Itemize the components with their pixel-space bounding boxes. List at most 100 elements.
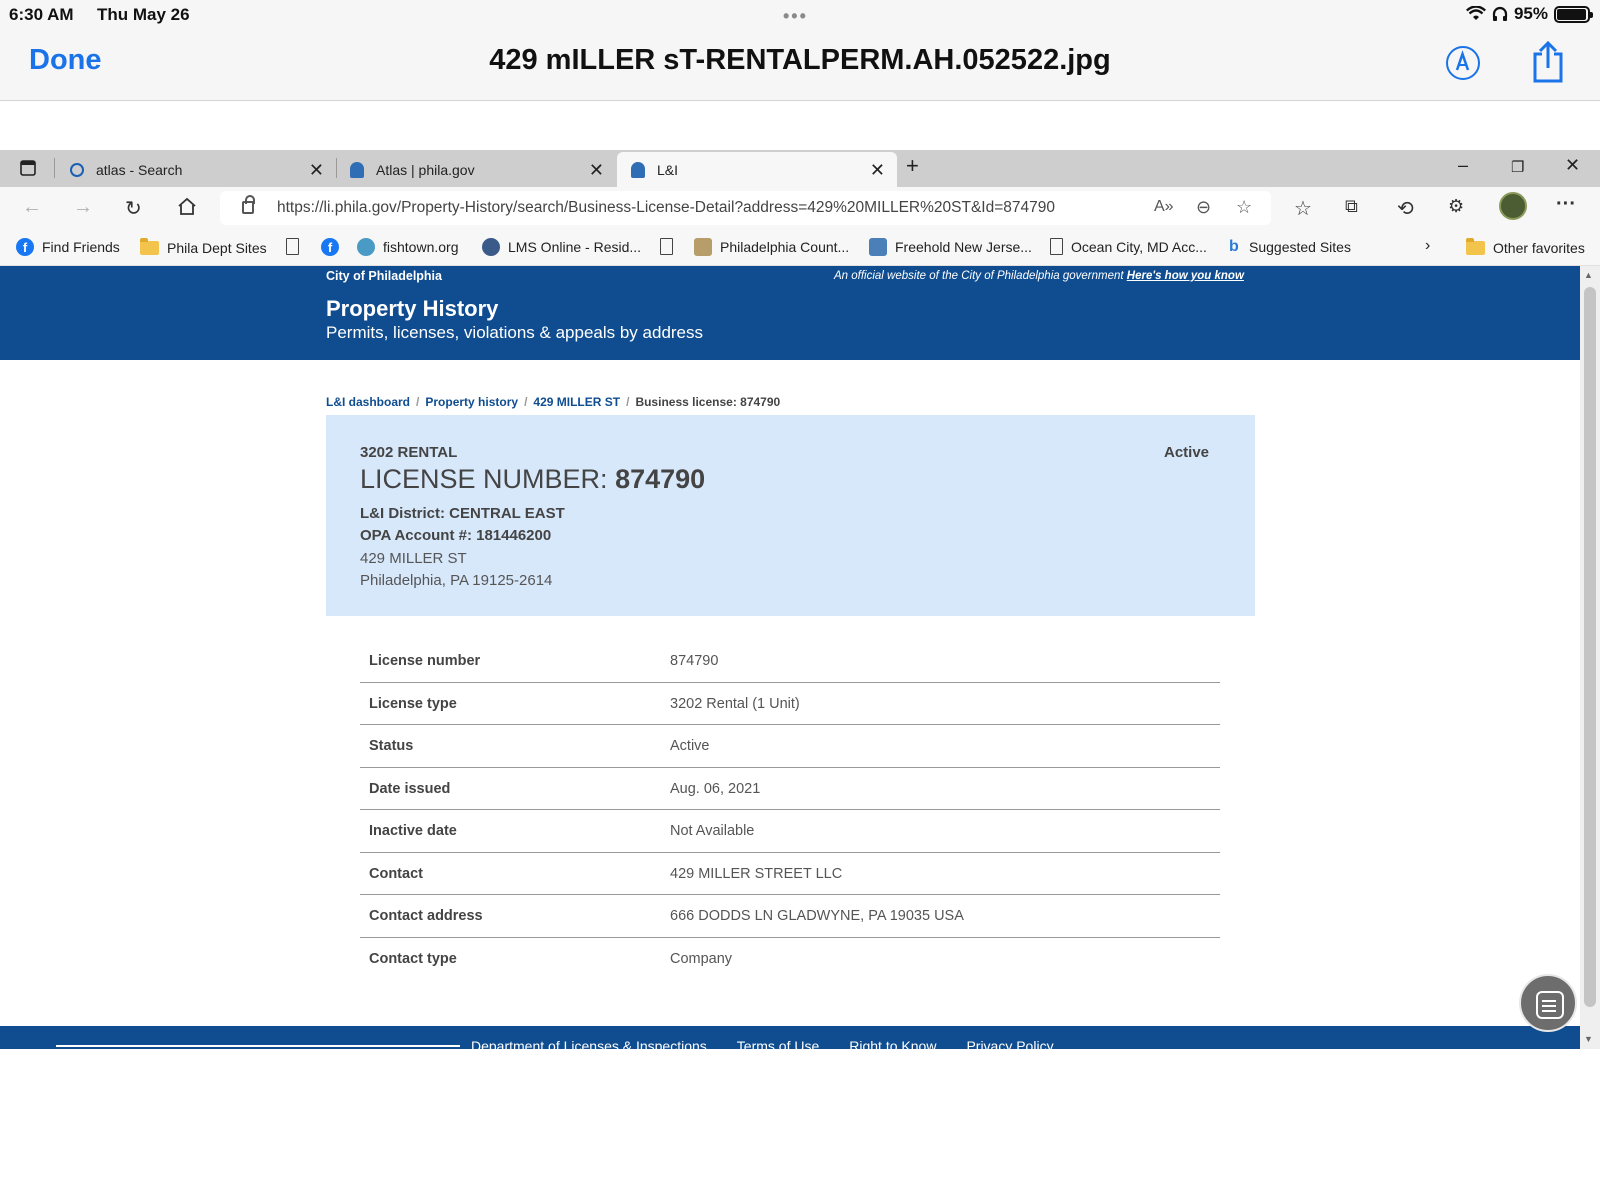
address-street: 429 MILLER ST (360, 550, 467, 567)
scroll-down-icon[interactable]: ▼ (1584, 1034, 1593, 1044)
tab-atlas-search[interactable]: atlas - Search ✕ (56, 152, 336, 187)
globe-icon (482, 238, 500, 256)
city-label: City of Philadelphia (326, 269, 442, 283)
battery-icon (1554, 5, 1593, 23)
favorite-lms-online[interactable]: LMS Online - Resid... (482, 238, 641, 256)
url-text[interactable]: https://li.phila.gov/Property-History/se… (277, 199, 1055, 217)
page-scrollbar[interactable]: ▲ ▼ (1580, 266, 1600, 1049)
history-icon[interactable]: ⟲ (1397, 196, 1414, 221)
table-row: Date issued Aug. 06, 2021 (360, 768, 1220, 810)
minimize-icon[interactable]: – (1458, 155, 1468, 176)
license-status: Active (1164, 444, 1210, 461)
live-text-icon[interactable] (1519, 974, 1577, 1032)
favorite-label: fishtown.org (383, 239, 459, 255)
footer-link-right-to-know[interactable]: Right to Know (849, 1038, 936, 1049)
favorite-label: Freehold New Jerse... (895, 239, 1032, 255)
footer-link-department[interactable]: Department of Licenses & Inspections (471, 1038, 707, 1049)
favorite-ocean-city[interactable]: Ocean City, MD Acc... (1050, 238, 1207, 255)
new-tab-icon[interactable]: + (906, 153, 919, 179)
forward-icon[interactable]: → (73, 196, 93, 219)
favorite-label: Find Friends (42, 239, 120, 255)
favorite-label: LMS Online - Resid... (508, 239, 642, 255)
breadcrumb-address[interactable]: 429 MILLER ST (533, 395, 620, 409)
favorite-freehold[interactable]: Freehold New Jerse... (869, 238, 1032, 256)
license-number-label: LICENSE NUMBER: (360, 464, 608, 494)
chevron-right-icon[interactable]: › (1425, 237, 1430, 255)
close-icon[interactable]: ✕ (309, 160, 324, 181)
other-favorites[interactable]: Other favorites (1466, 238, 1585, 256)
row-label: License number (369, 653, 481, 669)
page-icon (660, 238, 673, 255)
facebook-icon: f (16, 238, 34, 256)
footer-link-terms[interactable]: Terms of Use (737, 1038, 819, 1049)
favorite-find-friends[interactable]: f Find Friends (16, 238, 120, 256)
row-label: Inactive date (369, 823, 457, 839)
home-icon[interactable] (177, 197, 197, 216)
folder-icon (140, 238, 159, 255)
tab-separator (54, 158, 55, 178)
tab-atlas-phila[interactable]: Atlas | phila.gov ✕ (336, 152, 616, 187)
license-number-value: 874790 (615, 464, 706, 494)
favorite-page[interactable] (286, 238, 299, 255)
folder-icon (1466, 238, 1485, 255)
official-site-banner: City of Philadelphia An official website… (0, 266, 1580, 288)
scroll-thumb[interactable] (1584, 287, 1596, 1007)
license-details-table: License number 874790 License type 3202 … (360, 640, 1220, 980)
close-icon[interactable]: ✕ (870, 160, 885, 181)
row-label: Contact address (369, 908, 483, 924)
footer-divider (56, 1045, 460, 1047)
row-value: Aug. 06, 2021 (670, 780, 761, 797)
tab-actions-icon[interactable] (20, 160, 36, 176)
row-label: Date issued (369, 780, 451, 797)
tab-li[interactable]: L&I ✕ (617, 152, 897, 187)
extensions-icon[interactable]: ⚙ (1448, 196, 1464, 217)
profile-avatar[interactable] (1499, 192, 1527, 220)
breadcrumb-property-history[interactable]: Property history (425, 395, 518, 409)
page-icon (286, 238, 299, 255)
wifi-icon (1465, 6, 1486, 20)
back-icon[interactable]: ← (22, 196, 42, 219)
viewer-nav-bar: Done 429 mILLER sT-RENTALPERM.AH.052522.… (0, 30, 1600, 101)
refresh-icon[interactable]: ↻ (125, 196, 142, 221)
screenshot-image: atlas - Search ✕ Atlas | phila.gov ✕ L&I… (0, 150, 1600, 1049)
favorites-icon[interactable]: ☆ (1294, 196, 1312, 221)
favorite-page[interactable] (660, 238, 673, 255)
lock-icon[interactable] (242, 195, 255, 214)
status-time: 6:30 AM (9, 5, 74, 24)
favorite-facebook[interactable]: f (321, 238, 339, 256)
restore-icon[interactable]: ❐ (1511, 158, 1524, 176)
read-aloud-icon[interactable]: A» (1154, 198, 1174, 216)
official-text: An official website of the City of Phila… (834, 270, 1124, 282)
tab-title: L&I (657, 161, 679, 178)
multitasking-dots-icon[interactable]: ••• (783, 6, 808, 27)
favorite-phila-dept-sites[interactable]: Phila Dept Sites (140, 238, 267, 256)
search-icon (70, 162, 84, 177)
breadcrumb-separator: / (626, 395, 630, 409)
liberty-bell-icon (350, 161, 364, 178)
share-icon[interactable] (1530, 40, 1566, 84)
favorite-philadelphia-county[interactable]: Philadelphia Count... (694, 238, 849, 256)
close-icon[interactable]: ✕ (589, 160, 604, 181)
map-icon (869, 238, 887, 256)
collections-icon[interactable]: ⧉ (1345, 196, 1358, 217)
map-icon (694, 238, 712, 256)
footer-links: Department of Licenses & Inspections Ter… (471, 1038, 1054, 1049)
breadcrumb-li-dashboard[interactable]: L&I dashboard (326, 395, 410, 409)
footer-link-privacy[interactable]: Privacy Policy (966, 1038, 1053, 1049)
heres-how-you-know-link[interactable]: Here's how you know (1127, 270, 1244, 282)
address-bar[interactable]: https://li.phila.gov/Property-History/se… (220, 191, 1271, 225)
add-favorite-icon[interactable]: ☆ (1236, 197, 1252, 218)
status-date: Thu May 26 (97, 5, 190, 24)
window-close-icon[interactable]: ✕ (1565, 155, 1580, 176)
favorite-suggested-sites[interactable]: b Suggested Sites (1229, 238, 1351, 256)
breadcrumb-current: Business license: 874790 (635, 395, 781, 409)
scroll-up-icon[interactable]: ▲ (1584, 270, 1593, 280)
zoom-out-icon[interactable]: ⊖ (1196, 197, 1211, 218)
row-value: Active (670, 738, 710, 754)
more-icon[interactable]: ··· (1556, 193, 1576, 216)
favorite-fishtown[interactable]: fishtown.org (357, 238, 458, 256)
markup-icon[interactable] (1446, 46, 1480, 80)
page-title[interactable]: Property History (326, 296, 498, 322)
breadcrumb-separator: / (416, 395, 420, 409)
row-value: 666 DODDS LN GLADWYNE, PA 19035 USA (670, 908, 964, 924)
